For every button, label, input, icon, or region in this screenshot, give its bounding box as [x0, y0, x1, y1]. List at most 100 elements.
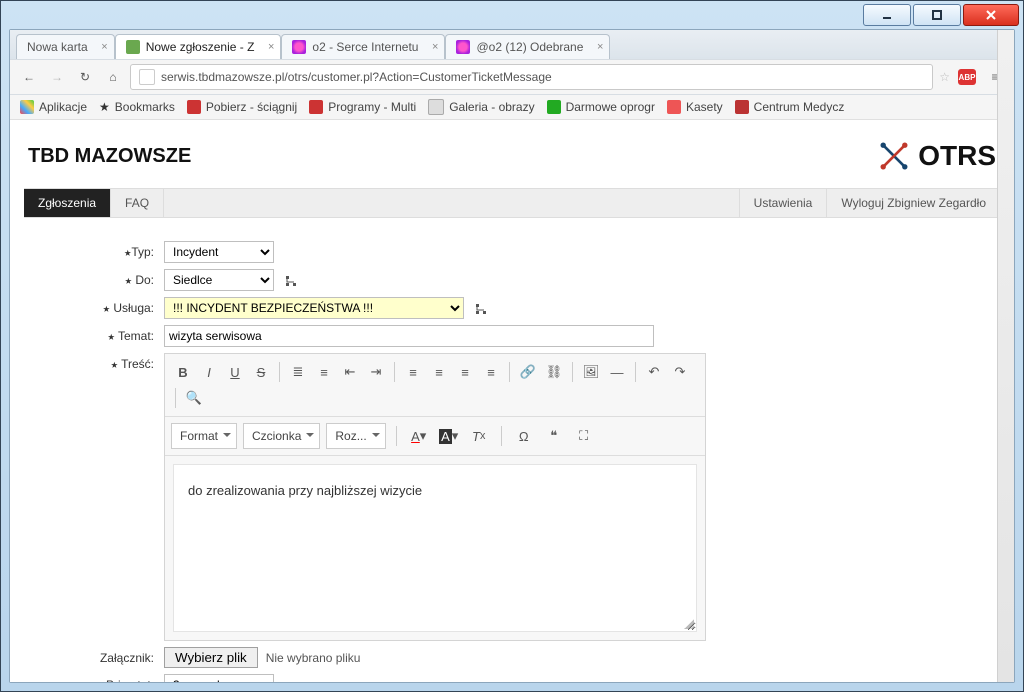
- bookmark-star-icon[interactable]: ☆: [939, 70, 950, 84]
- ul-button[interactable]: ≣: [286, 360, 310, 384]
- site-brand: TBD MAZOWSZE: [28, 145, 191, 168]
- window-minimize-button[interactable]: [863, 4, 911, 26]
- window-caption-placeholder: [5, 8, 11, 22]
- indent-button[interactable]: ⇥: [364, 360, 388, 384]
- editor-toolbar-2: Format Czcionka Roz... A▾ A▾ Tx Ω ❝: [165, 417, 705, 456]
- service-select[interactable]: !!! INCYDENT BEZPIECZEŃSTWA !!!: [164, 297, 464, 319]
- abp-icon[interactable]: ABP: [958, 69, 976, 85]
- favicon-icon: [456, 40, 470, 54]
- scrollbar[interactable]: [997, 120, 1014, 682]
- close-icon[interactable]: ×: [101, 41, 107, 53]
- unlink-button[interactable]: ⛓: [542, 360, 566, 384]
- url-bar[interactable]: serwis.tbdmazowsze.pl/otrs/customer.pl?A…: [130, 64, 933, 90]
- window-frame: Nowa karta × Nowe zgłoszenie - Z × o2 - …: [0, 0, 1024, 692]
- label-to: ★ Do:: [24, 269, 164, 287]
- favicon-icon: [292, 40, 306, 54]
- file-status-text: Nie wybrano pliku: [266, 651, 361, 665]
- format-dropdown[interactable]: Format: [171, 423, 237, 449]
- service-tree-button[interactable]: [471, 299, 491, 319]
- special-char-button[interactable]: Ω: [512, 424, 536, 448]
- label-type: ★Typ:: [24, 241, 164, 259]
- bookmark-item[interactable]: Centrum Medycz: [735, 100, 845, 114]
- label-subject: ★ Temat:: [24, 325, 164, 343]
- browser-tab[interactable]: o2 - Serce Internetu ×: [281, 34, 445, 59]
- ol-button[interactable]: ≡: [312, 360, 336, 384]
- otrs-logo: OTRS: [876, 138, 996, 174]
- outdent-button[interactable]: ⇤: [338, 360, 362, 384]
- otrs-logo-icon: [876, 138, 912, 174]
- bookmark-item[interactable]: Darmowe oprogr: [547, 100, 655, 114]
- url-text: serwis.tbdmazowsze.pl/otrs/customer.pl?A…: [161, 70, 552, 84]
- nav-forward-button[interactable]: →: [46, 66, 68, 88]
- bookmark-item[interactable]: Programy - Multi: [309, 100, 416, 114]
- label-service: ★ Usługa:: [24, 297, 164, 315]
- underline-button[interactable]: U: [223, 360, 247, 384]
- bookmark-item[interactable]: ★Bookmarks: [99, 100, 175, 114]
- italic-button[interactable]: I: [197, 360, 221, 384]
- image-button[interactable]: 🖼: [579, 360, 603, 384]
- window-close-button[interactable]: [963, 4, 1019, 26]
- tab-title: Nowe zgłoszenie - Z: [146, 40, 255, 54]
- link-button[interactable]: 🔗: [516, 360, 540, 384]
- page-viewport: TBD MAZOWSZE OTRS Zgłoszenia FAQ: [10, 120, 1014, 682]
- nav-tab-tickets[interactable]: Zgłoszenia: [24, 189, 111, 217]
- subject-input[interactable]: [164, 325, 654, 347]
- window-titlebar: [1, 1, 1023, 29]
- browser-tab[interactable]: Nowa karta ×: [16, 34, 115, 59]
- tab-title: Nowa karta: [27, 40, 88, 54]
- rich-text-editor: B I U S ≣ ≡ ⇤ ⇥ ≡: [164, 353, 706, 641]
- type-select[interactable]: Incydent: [164, 241, 274, 263]
- bookmark-item[interactable]: Galeria - obrazy: [428, 99, 534, 115]
- to-tree-button[interactable]: [281, 271, 301, 291]
- favicon-icon: [126, 40, 140, 54]
- browser-toolbar: ← → ↻ ⌂ serwis.tbdmazowsze.pl/otrs/custo…: [10, 59, 1014, 95]
- window-maximize-button[interactable]: [913, 4, 961, 26]
- remove-format-button[interactable]: Tx: [467, 424, 491, 448]
- page-icon: [139, 69, 155, 85]
- close-icon[interactable]: ×: [597, 41, 603, 53]
- nav-settings-link[interactable]: Ustawienia: [739, 189, 827, 217]
- close-icon[interactable]: ×: [432, 41, 438, 53]
- tab-title: @o2 (12) Odebrane: [476, 40, 583, 54]
- align-left-button[interactable]: ≡: [401, 360, 425, 384]
- apps-button[interactable]: Aplikacje: [20, 100, 87, 114]
- nav-tab-faq[interactable]: FAQ: [111, 189, 164, 217]
- align-center-button[interactable]: ≡: [427, 360, 451, 384]
- label-attachment: Załącznik:: [24, 647, 164, 665]
- browser-tab[interactable]: @o2 (12) Odebrane ×: [445, 34, 610, 59]
- browser-tab[interactable]: Nowe zgłoszenie - Z ×: [115, 34, 282, 59]
- ticket-form: ★Typ: Incydent ★ Do: Siedlce: [24, 238, 1000, 682]
- to-select[interactable]: Siedlce: [164, 269, 274, 291]
- find-button[interactable]: 🔍: [182, 386, 206, 410]
- close-icon[interactable]: ×: [268, 41, 274, 53]
- redo-button[interactable]: ↷: [668, 360, 692, 384]
- strike-button[interactable]: S: [249, 360, 273, 384]
- tab-title: o2 - Serce Internetu: [312, 40, 418, 54]
- bookmarks-bar: Aplikacje ★Bookmarks Pobierz - ściągnij …: [10, 95, 1014, 120]
- quote-button[interactable]: ❝: [542, 424, 566, 448]
- editor-toolbar-1: B I U S ≣ ≡ ⇤ ⇥ ≡: [165, 354, 705, 417]
- undo-button[interactable]: ↶: [642, 360, 666, 384]
- label-priority: Priorytet:: [24, 674, 164, 682]
- priority-select[interactable]: 3 normalny: [164, 674, 274, 682]
- bookmark-item[interactable]: Pobierz - ściągnij: [187, 100, 297, 114]
- text-color-button[interactable]: A▾: [407, 424, 431, 448]
- bg-color-button[interactable]: A▾: [437, 424, 461, 448]
- label-body: ★ Treść:: [24, 353, 164, 371]
- bookmark-item[interactable]: Kasety: [667, 100, 723, 114]
- choose-file-button[interactable]: Wybierz plik: [164, 647, 258, 668]
- size-dropdown[interactable]: Roz...: [326, 423, 385, 449]
- hr-button[interactable]: —: [605, 360, 629, 384]
- maximize-button[interactable]: ⛶: [572, 424, 596, 448]
- align-right-button[interactable]: ≡: [453, 360, 477, 384]
- nav-logout-link[interactable]: Wyloguj Zbigniew Zegardło: [826, 189, 1000, 217]
- nav-reload-button[interactable]: ↻: [74, 66, 96, 88]
- nav-back-button[interactable]: ←: [18, 66, 40, 88]
- nav-home-button[interactable]: ⌂: [102, 66, 124, 88]
- bold-button[interactable]: B: [171, 360, 195, 384]
- browser-window: Nowa karta × Nowe zgłoszenie - Z × o2 - …: [9, 29, 1015, 683]
- browser-tabstrip: Nowa karta × Nowe zgłoszenie - Z × o2 - …: [10, 30, 1014, 59]
- editor-body[interactable]: do zrealizowania przy najbliższej wizyci…: [173, 464, 697, 632]
- align-justify-button[interactable]: ≡: [479, 360, 503, 384]
- font-dropdown[interactable]: Czcionka: [243, 423, 320, 449]
